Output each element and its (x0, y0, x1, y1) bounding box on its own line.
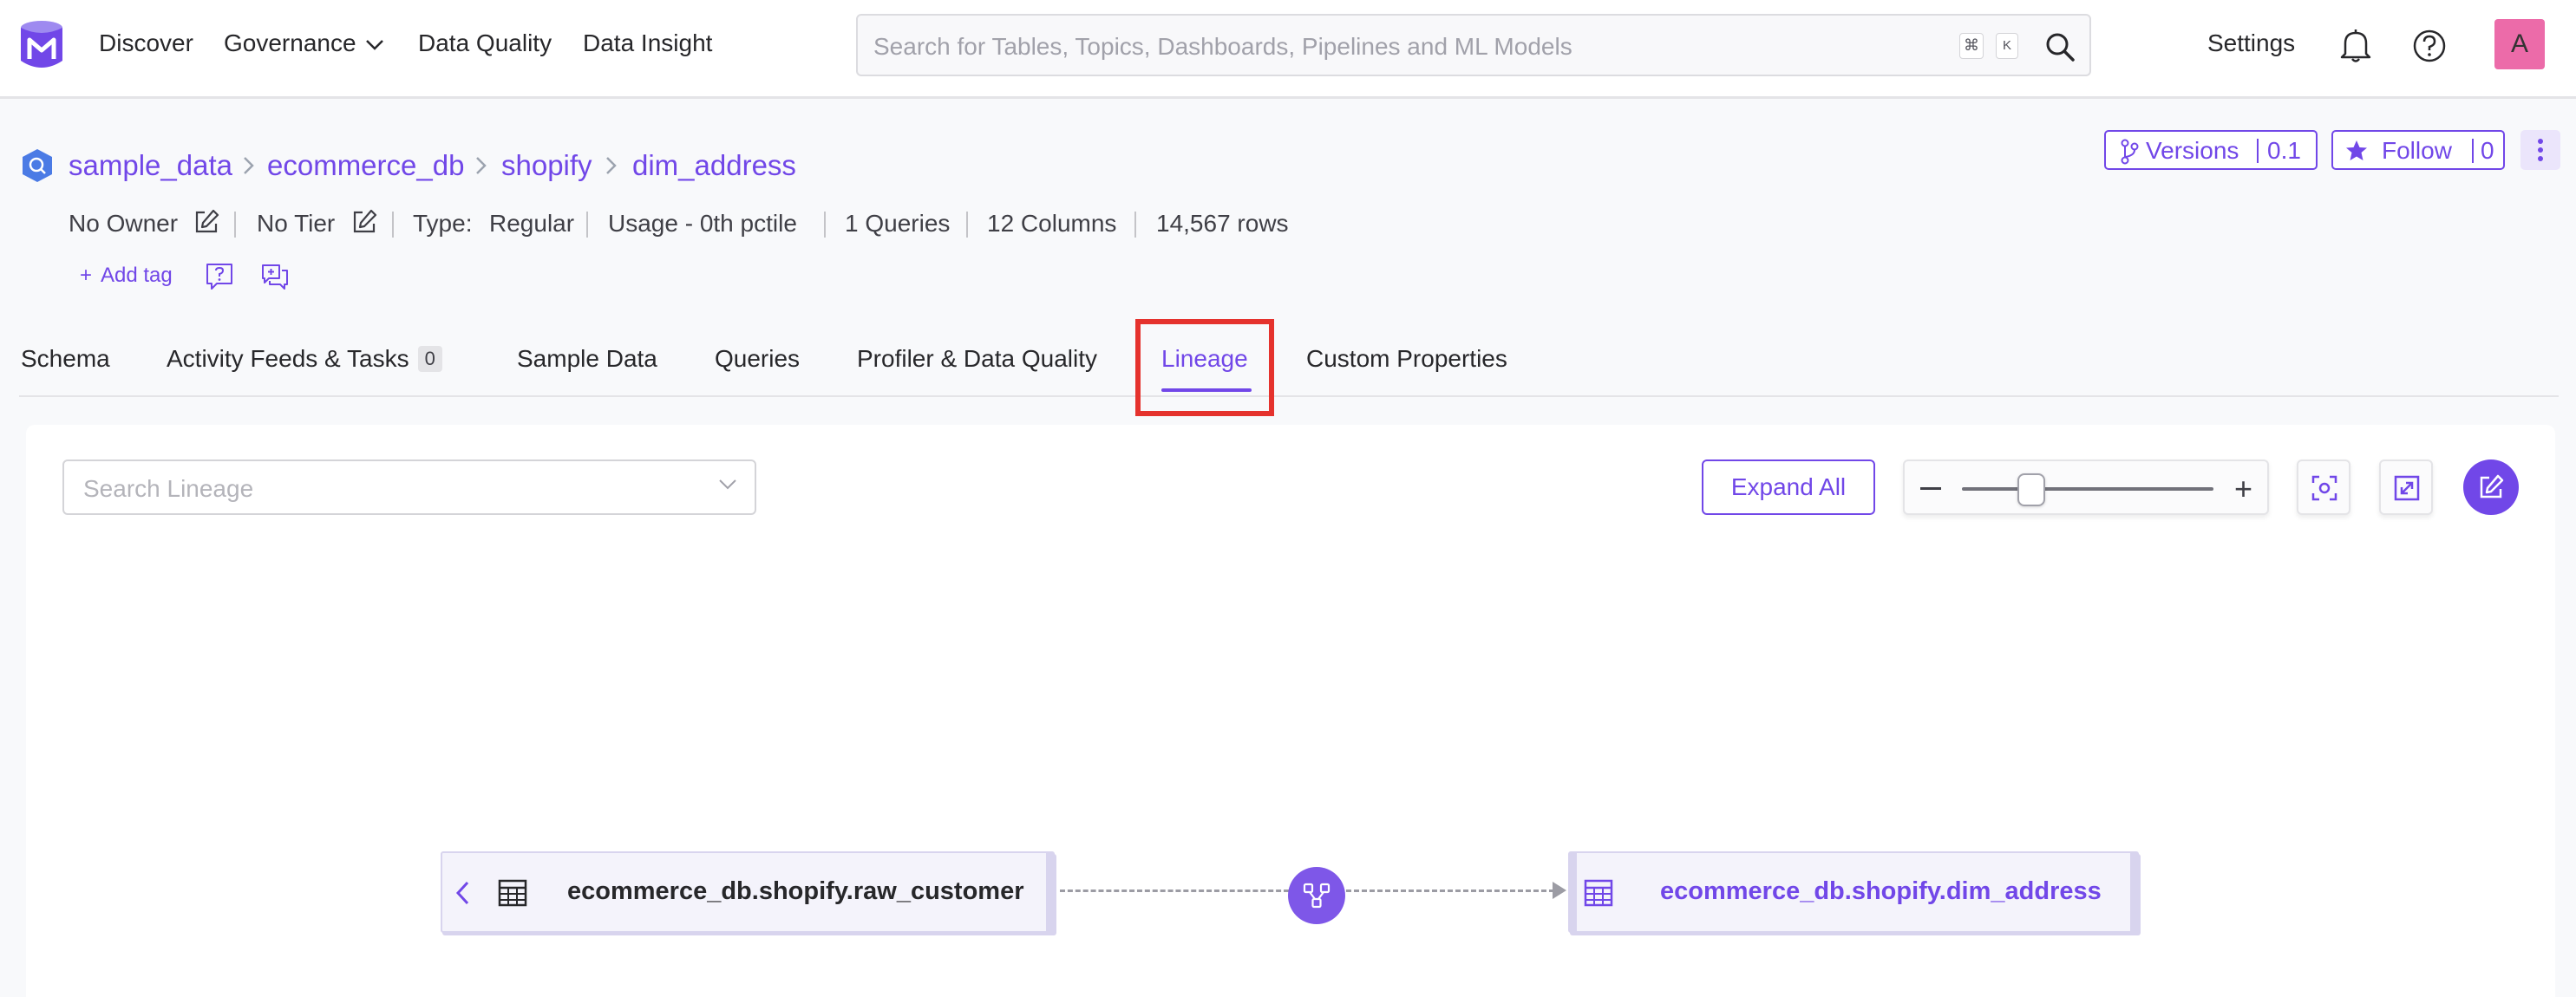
versions-divider (2257, 139, 2259, 163)
queries-count: 1 Queries (845, 210, 951, 237)
user-avatar[interactable]: A (2494, 19, 2545, 69)
follow-divider (2472, 139, 2474, 163)
openmetadata-logo-icon[interactable] (17, 19, 66, 71)
node-handle (1570, 853, 1577, 931)
lineage-edge-right (1346, 889, 1554, 892)
database-service-icon (23, 149, 52, 182)
conversation-icon[interactable] (260, 262, 290, 291)
table-icon (1584, 879, 1613, 907)
nav-governance-label: Governance (224, 29, 356, 56)
usage-text: Usage - 0th pctile (608, 210, 797, 237)
nav-data-quality[interactable]: Data Quality (418, 29, 552, 57)
tab-activity-feeds-label: Activity Feeds & Tasks (167, 345, 409, 372)
kbd-cmd-key: ⌘ (1959, 33, 1984, 59)
chevron-right-icon (244, 157, 254, 174)
edit-owner-icon[interactable] (193, 208, 220, 236)
follow-button[interactable]: Follow 0 (2331, 130, 2505, 170)
versions-button[interactable]: Versions 0.1 (2104, 130, 2318, 170)
meta-separator (824, 212, 826, 238)
type-value: Regular (489, 210, 575, 237)
global-search-input[interactable]: Search for Tables, Topics, Dashboards, P… (856, 14, 2091, 76)
edit-lineage-button[interactable] (2463, 459, 2519, 515)
versions-value: 0.1 (2267, 137, 2301, 164)
chevron-right-icon (476, 157, 487, 174)
chevron-down-icon (719, 479, 736, 490)
edit-icon (2480, 474, 2504, 498)
top-navbar: Discover Governance Data Quality Data In… (0, 0, 2576, 99)
breadcrumb-service[interactable]: sample_data (69, 149, 232, 182)
meta-separator (586, 212, 588, 238)
star-icon (2346, 140, 2367, 160)
lineage-search-placeholder: Search Lineage (83, 475, 254, 502)
more-actions-button[interactable] (2520, 130, 2560, 170)
meta-separator (1134, 212, 1136, 238)
tabs-divider (19, 395, 2559, 397)
tab-activity-feeds[interactable]: Activity Feeds & Tasks 0 (167, 345, 442, 373)
target-node-name: ecommerce_db.shopify.dim_address (1660, 877, 2102, 905)
settings-link[interactable]: Settings (2207, 29, 2295, 57)
edge-arrowhead (1553, 882, 1566, 899)
nav-governance[interactable]: Governance (224, 29, 384, 57)
source-node-name: ecommerce_db.shopify.raw_customer (567, 877, 1024, 905)
tab-sample-data[interactable]: Sample Data (517, 345, 657, 373)
zoom-slider-track[interactable] (1962, 487, 2213, 491)
zoom-slider-handle[interactable] (2017, 473, 2045, 506)
bell-icon[interactable] (2337, 26, 2375, 64)
zoom-in-icon[interactable]: + (2234, 473, 2252, 505)
tab-queries[interactable]: Queries (715, 345, 800, 373)
add-tag-button[interactable]: + Add tag (80, 264, 173, 288)
tier-text: No Tier (257, 210, 336, 237)
tab-profiler[interactable]: Profiler & Data Quality (857, 345, 1097, 373)
meta-separator (392, 212, 394, 238)
zoom-out-icon[interactable] (1920, 487, 1941, 490)
edit-tier-icon[interactable] (350, 208, 378, 236)
nav-data-insight[interactable]: Data Insight (583, 29, 712, 57)
columns-count: 12 Columns (987, 210, 1117, 237)
breadcrumb-table: dim_address (632, 149, 796, 181)
expand-all-button[interactable]: Expand All (1702, 459, 1875, 515)
activity-count-badge: 0 (417, 346, 442, 372)
add-tag-label: Add tag (101, 264, 173, 287)
type-label: Type: (413, 210, 473, 237)
zoom-control: + (1903, 459, 2269, 515)
lineage-search-select[interactable]: Search Lineage (62, 459, 756, 515)
versions-label: Versions (2146, 137, 2239, 164)
search-icon[interactable] (2044, 31, 2076, 62)
follow-label: Follow (2382, 137, 2452, 164)
fit-view-button[interactable] (2297, 459, 2350, 515)
node-handle (1046, 853, 1053, 931)
kbd-k-key: K (1996, 33, 2018, 59)
chevron-right-icon (606, 157, 617, 174)
collapse-upstream-icon[interactable] (454, 879, 472, 907)
lineage-node-target[interactable]: ecommerce_db.shopify.dim_address (1568, 851, 2139, 933)
node-handle (2130, 853, 2137, 931)
fullscreen-button[interactable] (2379, 459, 2433, 515)
plus-icon: + (80, 264, 93, 287)
breadcrumb-database[interactable]: ecommerce_db (267, 149, 464, 182)
meta-separator (966, 212, 968, 238)
meta-separator (234, 212, 236, 238)
pipeline-edge-button[interactable] (1288, 867, 1345, 924)
follow-count: 0 (2481, 137, 2494, 164)
lineage-tab-highlight (1135, 319, 1274, 416)
nav-discover[interactable]: Discover (99, 29, 193, 57)
fullscreen-icon (2394, 475, 2420, 501)
breadcrumb-schema[interactable]: shopify (501, 149, 592, 182)
owner-text: No Owner (69, 210, 179, 237)
lineage-node-source[interactable]: ecommerce_db.shopify.raw_customer (441, 851, 1055, 933)
focus-icon (2311, 475, 2337, 501)
lineage-edge-left (1060, 889, 1289, 892)
help-icon[interactable] (2411, 28, 2448, 64)
pipeline-icon (1303, 883, 1330, 909)
table-icon (498, 879, 527, 907)
tab-schema[interactable]: Schema (21, 345, 110, 373)
tab-custom-properties[interactable]: Custom Properties (1306, 345, 1507, 373)
rows-count: 14,567 rows (1156, 210, 1289, 237)
branch-icon (2121, 139, 2139, 165)
chevron-down-icon (365, 39, 383, 50)
kebab-menu-icon (2538, 139, 2543, 161)
request-tags-icon[interactable] (205, 262, 234, 291)
search-placeholder: Search for Tables, Topics, Dashboards, P… (873, 33, 1572, 60)
